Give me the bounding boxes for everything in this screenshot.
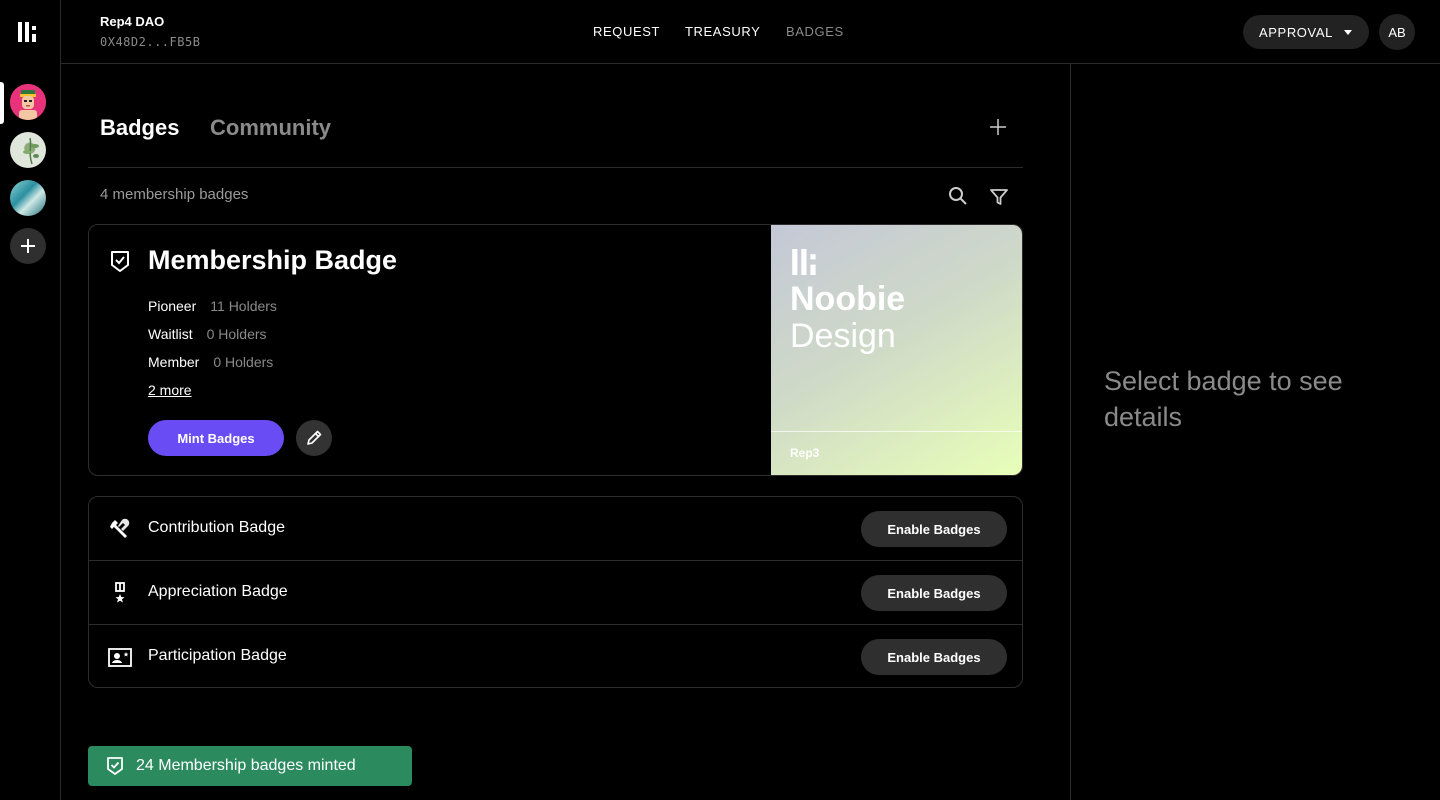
more-tiers-link[interactable]: 2 more	[148, 382, 192, 398]
toast-text: 24 Membership badges minted	[136, 757, 356, 774]
create-badge-plus-icon[interactable]	[989, 118, 1007, 136]
tier-name: Pioneer	[148, 298, 197, 314]
tabs-divider	[88, 167, 1023, 168]
badge-type-label: Appreciation Badge	[148, 583, 288, 600]
tier-holders: 0 Holders	[213, 354, 274, 370]
badge-details-placeholder: Select badge to see details	[1104, 366, 1343, 432]
id-card-icon	[108, 648, 132, 667]
membership-badge-card[interactable]: Membership Badge Pioneer 11 Holders Wait…	[88, 224, 1023, 476]
list-item-contribution-badge[interactable]: Contribution Badge Enable Badges	[89, 497, 1022, 561]
tier-name: Member	[148, 354, 200, 370]
artwork-divider	[771, 431, 1022, 432]
badges-count: 4 membership badges	[100, 186, 249, 203]
approval-label: APPROVAL	[1259, 24, 1333, 40]
filter-icon[interactable]	[989, 187, 1009, 207]
enable-badges-button[interactable]: Enable Badges	[861, 575, 1007, 611]
active-dao-indicator	[0, 82, 4, 124]
badges-main: Badges Community 4 membership badges Mem…	[61, 64, 1071, 800]
mint-success-toast: 24 Membership badges minted	[88, 746, 412, 786]
tier-row: Pioneer 11 Holders	[148, 298, 277, 314]
mint-badges-button[interactable]: Mint Badges	[148, 420, 284, 456]
tier-row: Waitlist 0 Holders	[148, 326, 267, 342]
medal-icon	[115, 582, 125, 603]
add-dao-button[interactable]	[10, 228, 46, 264]
tier-name: Waitlist	[148, 326, 193, 342]
badge-artwork: Noobie Design Rep3	[771, 225, 1022, 475]
edit-badge-button[interactable]	[296, 420, 332, 456]
top-header: Rep4 DAO 0X48D2...FB5B REQUEST TREASURY …	[61, 0, 1440, 64]
rep3-logo-icon[interactable]	[18, 22, 40, 42]
list-item-participation-badge[interactable]: Participation Badge Enable Badges	[89, 624, 1022, 687]
artwork-title: Noobie	[790, 280, 906, 318]
artwork-footer: Rep3	[790, 446, 820, 460]
search-icon[interactable]	[948, 186, 968, 206]
dao-address[interactable]: 0X48D2...FB5B	[100, 35, 200, 49]
dao-name: Rep4 DAO	[100, 14, 165, 29]
dao-sidebar	[0, 0, 61, 800]
nav-treasury[interactable]: TREASURY	[685, 24, 760, 39]
dao-avatar-rep4[interactable]	[10, 84, 46, 120]
tools-icon	[110, 518, 130, 538]
dao-avatar-image	[10, 84, 46, 120]
rep3-logo-icon	[792, 249, 816, 275]
membership-badge-title: Membership Badge	[148, 245, 398, 275]
dao-avatar-teal[interactable]	[10, 180, 46, 216]
nav-request[interactable]: REQUEST	[593, 24, 660, 39]
tier-row: Member 0 Holders	[148, 354, 273, 370]
badge-type-label: Participation Badge	[148, 647, 287, 664]
dao-avatar-image	[23, 137, 39, 165]
tier-holders: 0 Holders	[206, 326, 267, 342]
enable-badges-button[interactable]: Enable Badges	[861, 639, 1007, 675]
nav-badges[interactable]: BADGES	[786, 24, 844, 39]
shield-check-icon	[107, 757, 123, 775]
enable-badges-button[interactable]: Enable Badges	[861, 511, 1007, 547]
shield-check-icon	[111, 251, 129, 272]
badge-types-list: Contribution Badge Enable Badges Appreci…	[88, 496, 1023, 688]
dao-avatar-plant[interactable]	[10, 132, 46, 168]
artwork-subtitle: Design	[790, 317, 896, 355]
list-item-appreciation-badge[interactable]: Appreciation Badge Enable Badges	[89, 560, 1022, 624]
tier-holders: 11 Holders	[210, 298, 277, 314]
caret-down-icon	[1344, 30, 1352, 35]
pencil-icon	[307, 430, 322, 445]
tab-community[interactable]: Community	[210, 115, 331, 141]
user-avatar[interactable]: AB	[1379, 14, 1415, 50]
approval-dropdown[interactable]: APPROVAL	[1243, 15, 1369, 49]
plus-icon	[21, 239, 35, 253]
badge-type-label: Contribution Badge	[148, 519, 285, 536]
tab-badges[interactable]: Badges	[100, 115, 179, 141]
